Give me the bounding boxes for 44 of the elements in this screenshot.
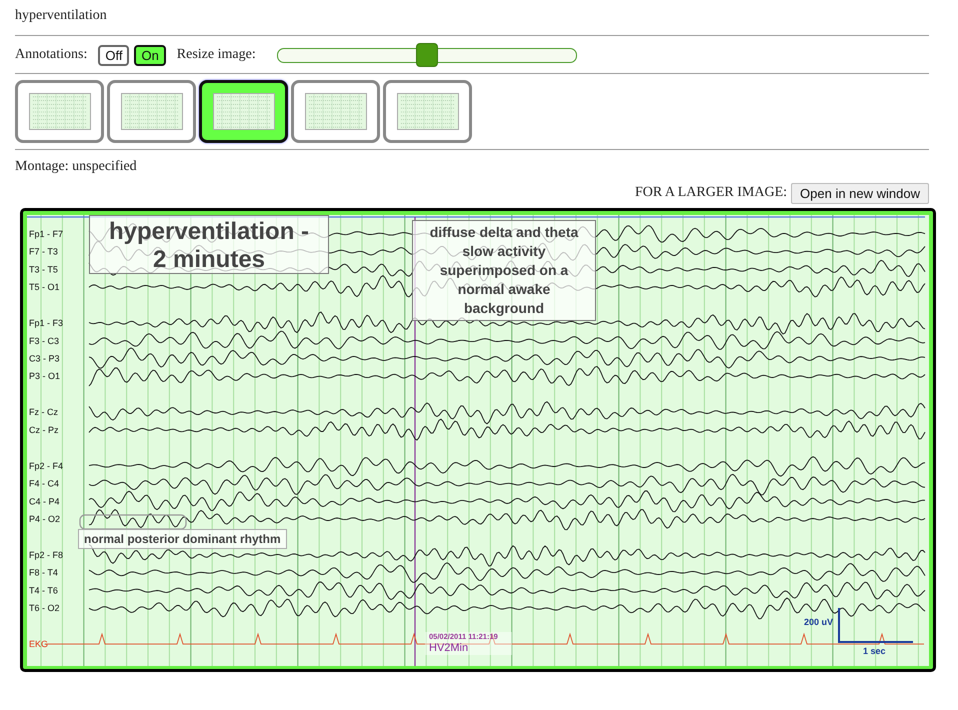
annotations-label: Annotations:: [15, 47, 88, 63]
larger-image-label: FOR A LARGER IMAGE:: [634, 185, 788, 201]
channel-label: F4 - C4: [29, 478, 60, 489]
open-window-button[interactable]: Open in new window: [791, 182, 929, 204]
channel-label: F8 - T4: [29, 568, 58, 578]
slider-thumb[interactable]: [416, 43, 438, 67]
resize-slider[interactable]: [276, 43, 577, 67]
channel-label: F7 - T3: [29, 246, 58, 257]
channel-label: T6 - O2: [29, 603, 60, 614]
channel-label: T5 - O1: [29, 282, 60, 292]
channel-label: T3 - T5: [29, 264, 58, 274]
annotation-title: hyperventilation - 2 minutes: [89, 215, 329, 274]
eeg-thumbnail-drawing: [212, 93, 274, 130]
eeg-thumbnail-drawing: [396, 93, 458, 130]
time-scale-label: 1 sec: [863, 646, 886, 656]
eeg-thumbnail-drawing: [28, 93, 90, 130]
thumbnail-button[interactable]: [199, 80, 288, 143]
channel-label: P4 - O2: [29, 514, 60, 524]
channel-label: Fz - Cz: [29, 407, 58, 418]
channel-label: Fp2 - F4: [29, 460, 64, 471]
channel-label: T4 - T6: [29, 585, 58, 596]
channel-label: C3 - P3: [29, 354, 60, 364]
channel-label: EKG: [29, 639, 48, 650]
channel-label: Fp2 - F8: [29, 550, 64, 560]
channel-label: P3 - O1: [29, 371, 60, 382]
thumbnail-button[interactable]: [107, 80, 196, 143]
channel-label: Cz - Pz: [29, 424, 59, 435]
montage-text: Montage: unspecified: [15, 158, 138, 176]
channel-label: C4 - P4: [29, 496, 60, 506]
thumbnail-button[interactable]: [383, 80, 472, 143]
resize-label: Resize image:: [176, 47, 256, 63]
toggle-button[interactable]: On: [134, 44, 166, 66]
annotation-note: diffuse delta and theta slow activity superimposed on a normal awake background: [412, 220, 596, 321]
eeg-thumbnail-drawing: [120, 93, 182, 130]
thumbnail-button[interactable]: [15, 80, 104, 143]
page-title: hyperventilation: [15, 8, 108, 25]
thumbnail-button[interactable]: [291, 80, 380, 143]
event-label: HV2Min: [429, 642, 470, 654]
toggle-button[interactable]: Off: [98, 44, 130, 66]
eeg-thumbnail-drawing: [304, 93, 366, 130]
annotation-label: normal posterior dominant rhythm: [78, 529, 287, 549]
channel-label: Fp1 - F3: [29, 318, 64, 328]
channel-label: Fp1 - F7: [29, 229, 64, 239]
channel-label: F3 - C3: [29, 336, 60, 346]
